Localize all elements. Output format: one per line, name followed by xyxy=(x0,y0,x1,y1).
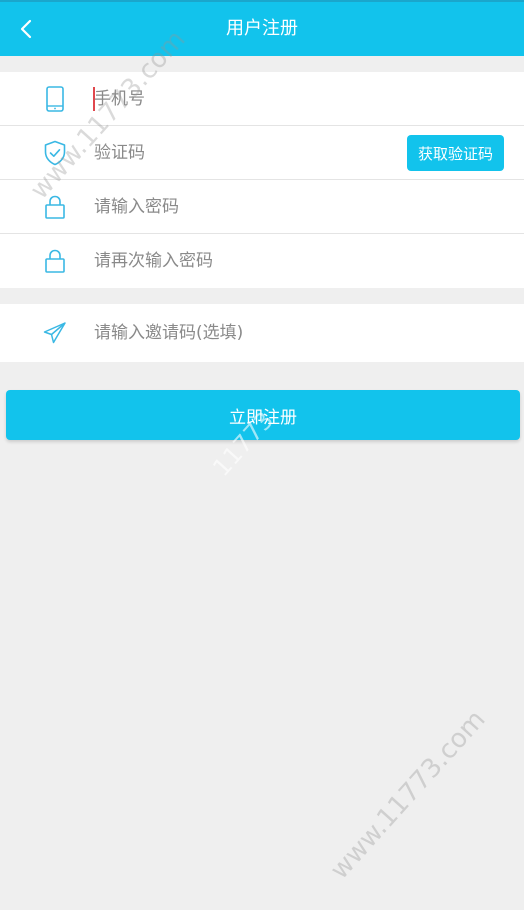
get-code-button[interactable]: 获取验证码 xyxy=(407,135,504,171)
invite-code-input[interactable] xyxy=(94,304,384,362)
invite-form xyxy=(0,304,524,362)
confirm-password-input[interactable] xyxy=(94,234,384,288)
code-row: 获取验证码 xyxy=(0,126,524,180)
confirm-password-row xyxy=(0,234,524,288)
paper-plane-icon xyxy=(40,318,70,348)
invite-row xyxy=(0,304,524,362)
register-button[interactable]: 立即注册 xyxy=(6,390,520,440)
lock-icon xyxy=(40,246,70,276)
top-bar: 用户注册 xyxy=(0,0,524,56)
password-row xyxy=(0,180,524,234)
verification-code-input[interactable] xyxy=(94,126,294,180)
phone-row xyxy=(0,72,524,126)
credentials-form: 获取验证码 xyxy=(0,72,524,288)
phone-input[interactable] xyxy=(94,72,384,126)
shield-check-icon xyxy=(40,138,70,168)
page-title: 用户注册 xyxy=(226,18,298,39)
lock-icon xyxy=(40,192,70,222)
password-input[interactable] xyxy=(94,180,384,234)
phone-icon xyxy=(40,84,70,114)
watermark: www.11773.com xyxy=(324,704,492,886)
